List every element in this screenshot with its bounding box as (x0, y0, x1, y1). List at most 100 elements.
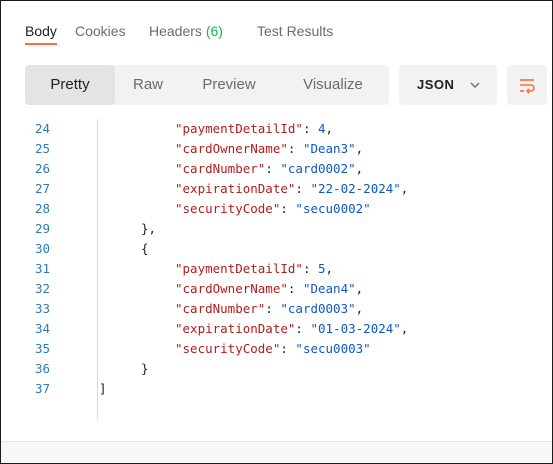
json-sep: : (280, 341, 296, 356)
line-number: 33 (35, 301, 51, 316)
code-line: 27 "expirationDate": "22-02-2024", (1, 179, 552, 199)
view-raw-button[interactable]: Raw (115, 65, 181, 105)
json-trail: , (400, 321, 409, 336)
panel-footer (1, 441, 552, 463)
response-tabs: Body Cookies Headers (6) Test Results (1, 1, 552, 49)
line-number: 27 (35, 181, 51, 196)
code-text: "expirationDate": "01-03-2024", (175, 319, 408, 339)
response-toolbar: Pretty Raw Preview Visualize JSON (1, 59, 552, 111)
tab-body[interactable]: Body (25, 23, 57, 39)
line-number: 32 (35, 281, 51, 296)
code-line: 34 "expirationDate": "01-03-2024", (1, 319, 552, 339)
code-text: "cardOwnerName": "Dean4", (175, 279, 363, 299)
json-sep: : (295, 321, 311, 336)
json-trail: , (355, 141, 364, 156)
code-text: "paymentDetailId": 4, (175, 119, 333, 139)
view-pretty-button[interactable]: Pretty (25, 65, 115, 105)
line-number: 28 (35, 201, 51, 216)
wrap-lines-button[interactable] (507, 65, 547, 105)
json-sep: : (295, 181, 311, 196)
json-trail: , (325, 261, 334, 276)
json-code-viewer[interactable]: 24 "paymentDetailId": 4, 25 "cardOwnerName"… (1, 119, 552, 429)
json-val: "22-02-2024" (310, 181, 401, 196)
json-val: "card0002" (280, 161, 356, 176)
json-sep: : (287, 141, 303, 156)
tab-cookies-label: Cookies (75, 23, 126, 39)
json-key: "paymentDetailId" (175, 261, 303, 276)
view-mode-selector: Pretty Raw Preview Visualize (25, 65, 389, 105)
json-val: "Dean4" (302, 281, 356, 296)
chevron-down-icon (470, 82, 480, 88)
code-line: 31 "paymentDetailId": 5, (1, 259, 552, 279)
json-sep: : (287, 281, 303, 296)
code-line: 24 "paymentDetailId": 4, (1, 119, 552, 139)
code-line: 28 "securityCode": "secu0002" (1, 199, 552, 219)
view-visualize-button[interactable]: Visualize (277, 65, 389, 105)
code-text: "cardOwnerName": "Dean3", (175, 139, 363, 159)
json-trail: }, (141, 221, 157, 236)
response-panel: Body Cookies Headers (6) Test Results Pr… (0, 0, 553, 464)
json-key: "securityCode" (175, 201, 281, 216)
json-val: 4 (318, 121, 326, 136)
code-line: 29}, (1, 219, 552, 239)
active-tab-indicator (25, 43, 57, 45)
tab-body-label: Body (25, 23, 57, 39)
json-sep: : (265, 301, 281, 316)
code-line: 35 "securityCode": "secu0003" (1, 339, 552, 359)
view-preview-button[interactable]: Preview (181, 65, 277, 105)
code-text: "securityCode": "secu0002" (175, 199, 371, 219)
json-key: "paymentDetailId" (175, 121, 303, 136)
json-trail: , (355, 281, 364, 296)
json-trail: } (141, 361, 149, 376)
line-number: 30 (35, 241, 51, 256)
json-key: "cardOwnerName" (175, 141, 288, 156)
json-sep: : (302, 121, 318, 136)
json-trail: ] (99, 381, 107, 396)
code-text: "securityCode": "secu0003" (175, 339, 371, 359)
code-line: 32 "cardOwnerName": "Dean4", (1, 279, 552, 299)
tab-test-results-label: Test Results (257, 23, 334, 39)
line-number: 25 (35, 141, 51, 156)
code-text: { (141, 239, 149, 259)
json-trail: , (400, 181, 409, 196)
json-val: "secu0003" (295, 341, 371, 356)
code-line: 25 "cardOwnerName": "Dean3", (1, 139, 552, 159)
json-sep: : (280, 201, 296, 216)
code-text: "cardNumber": "card0002", (175, 159, 363, 179)
json-key: "cardNumber" (175, 161, 266, 176)
line-number: 35 (35, 341, 51, 356)
wrap-lines-icon (520, 79, 535, 94)
json-key: "cardNumber" (175, 301, 266, 316)
code-line: 36} (1, 359, 552, 379)
json-key: "expirationDate" (175, 321, 296, 336)
line-number: 37 (35, 381, 51, 396)
json-key: "expirationDate" (175, 181, 296, 196)
tab-headers[interactable]: Headers (6) (149, 23, 223, 39)
code-text: "paymentDetailId": 5, (175, 259, 333, 279)
tab-headers-label: Headers (149, 23, 202, 39)
code-text: "cardNumber": "card0003", (175, 299, 363, 319)
code-line: 30 { (1, 239, 552, 259)
format-select[interactable]: JSON (399, 65, 497, 105)
json-val: "secu0002" (295, 201, 371, 216)
json-trail: , (355, 301, 364, 316)
format-select-value: JSON (417, 77, 455, 92)
json-key: "securityCode" (175, 341, 281, 356)
json-sep: : (265, 161, 281, 176)
json-trail: , (355, 161, 364, 176)
code-text: ] (99, 379, 107, 399)
line-number: 31 (35, 261, 51, 276)
code-line: 33 "cardNumber": "card0003", (1, 299, 552, 319)
tab-test-results[interactable]: Test Results (257, 23, 333, 39)
code-text: }, (141, 219, 156, 239)
tab-cookies[interactable]: Cookies (75, 23, 126, 39)
line-number: 36 (35, 361, 51, 376)
line-number: 26 (35, 161, 51, 176)
json-val: "card0003" (280, 301, 356, 316)
json-key: "cardOwnerName" (175, 281, 288, 296)
line-number: 24 (35, 121, 51, 136)
code-text: } (141, 359, 149, 379)
json-val: "Dean3" (302, 141, 356, 156)
json-trail: { (141, 241, 149, 256)
line-number: 34 (35, 321, 51, 336)
